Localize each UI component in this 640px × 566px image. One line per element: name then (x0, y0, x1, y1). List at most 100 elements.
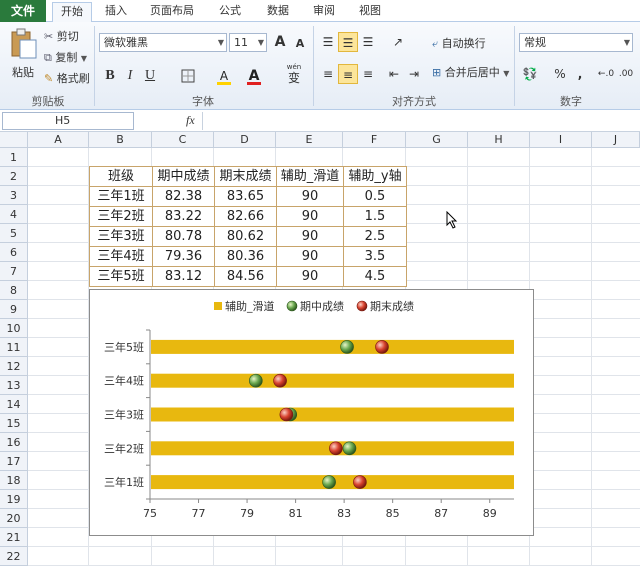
bold-button[interactable]: B (100, 66, 120, 86)
table-cell[interactable]: 3.5 (343, 246, 407, 267)
table-cell[interactable]: 三年3班 (89, 226, 153, 247)
select-all-corner[interactable] (0, 132, 28, 148)
copy-button[interactable]: ⧉ 复制 ▼ (44, 49, 87, 67)
accounting-format-button[interactable]: 💱 (520, 64, 540, 84)
table-cell[interactable]: 83.65 (214, 186, 277, 207)
phonetic-button[interactable]: wén 变 (282, 63, 306, 85)
row-header-15[interactable]: 15 (0, 414, 28, 433)
row-header-8[interactable]: 8 (0, 281, 28, 300)
row-header-3[interactable]: 3 (0, 186, 28, 205)
tab-page-layout[interactable]: 页面布局 (142, 2, 202, 22)
orientation-button[interactable]: ↗ (388, 32, 408, 52)
tab-home[interactable]: 开始 (52, 2, 92, 22)
row-header-19[interactable]: 19 (0, 490, 28, 509)
table-cell[interactable]: 80.62 (214, 226, 277, 247)
table-cell[interactable]: 90 (276, 266, 344, 287)
row-header-6[interactable]: 6 (0, 243, 28, 262)
row-header-20[interactable]: 20 (0, 509, 28, 528)
table-cell[interactable]: 三年2班 (89, 206, 153, 227)
wrap-text-button[interactable]: ⤶ 自动换行 (432, 35, 486, 53)
column-header-j[interactable]: J (592, 132, 640, 148)
formula-input[interactable] (202, 112, 638, 130)
column-header-h[interactable]: H (468, 132, 530, 148)
comma-button[interactable]: , (570, 64, 590, 84)
insert-function-button[interactable]: fx (186, 113, 195, 128)
tab-data[interactable]: 数据 (258, 2, 298, 22)
decrease-indent-button[interactable]: ⇤ (384, 64, 404, 84)
row-header-10[interactable]: 10 (0, 319, 28, 338)
table-cell[interactable]: 三年4班 (89, 246, 153, 267)
table-cell[interactable]: 90 (276, 246, 344, 267)
table-cell[interactable]: 84.56 (214, 266, 277, 287)
align-bottom-button[interactable]: ☰ (358, 32, 378, 52)
table-header-cell[interactable]: 辅助_y轴 (343, 166, 407, 187)
tab-file[interactable]: 文件 (0, 0, 46, 22)
table-cell[interactable]: 1.5 (343, 206, 407, 227)
tab-insert[interactable]: 插入 (96, 2, 136, 22)
row-header-18[interactable]: 18 (0, 471, 28, 490)
table-header-cell[interactable]: 辅助_滑道 (276, 166, 344, 187)
column-header-g[interactable]: G (406, 132, 468, 148)
table-cell[interactable]: 79.36 (152, 246, 215, 267)
tab-review[interactable]: 审阅 (304, 2, 344, 22)
underline-button[interactable]: U (140, 66, 160, 86)
row-header-17[interactable]: 17 (0, 452, 28, 471)
column-header-e[interactable]: E (276, 132, 343, 148)
italic-button[interactable]: I (120, 66, 140, 86)
font-color-button[interactable]: A (244, 66, 264, 86)
table-header-cell[interactable]: 期中成绩 (152, 166, 215, 187)
merge-center-button[interactable]: ⊞ 合并后居中 ▼ (432, 64, 509, 82)
fill-color-button[interactable]: A (214, 66, 234, 86)
format-painter-button[interactable]: ✎ 格式刷 (44, 70, 90, 88)
cut-button[interactable]: ✂ 剪切 (44, 28, 79, 46)
increase-decimal-button[interactable]: ←.0 (596, 64, 616, 84)
paste-button[interactable]: 粘贴 (6, 28, 40, 88)
row-header-5[interactable]: 5 (0, 224, 28, 243)
table-cell[interactable]: 83.22 (152, 206, 215, 227)
align-middle-button[interactable]: ☰ (338, 32, 358, 52)
row-header-11[interactable]: 11 (0, 338, 28, 357)
table-cell[interactable]: 4.5 (343, 266, 407, 287)
table-cell[interactable]: 2.5 (343, 226, 407, 247)
grow-font-button[interactable]: A (270, 32, 290, 52)
table-cell[interactable]: 82.38 (152, 186, 215, 207)
table-header-cell[interactable]: 班级 (89, 166, 153, 187)
borders-button[interactable] (178, 66, 198, 86)
chart-area[interactable]: 75 77 79 81 83 85 87 89 三年1班 三年2班 三年3班 三年4班 三年5班 辅助_滑… (89, 289, 534, 536)
row-header-22[interactable]: 22 (0, 547, 28, 566)
row-header-13[interactable]: 13 (0, 376, 28, 395)
font-size-select[interactable]: 11 ▼ (229, 33, 267, 52)
column-header-b[interactable]: B (89, 132, 152, 148)
decrease-decimal-button[interactable]: .00 (616, 64, 636, 84)
align-top-button[interactable]: ☰ (318, 32, 338, 52)
table-cell[interactable]: 三年5班 (89, 266, 153, 287)
shrink-font-button[interactable]: A (290, 34, 310, 54)
row-header-21[interactable]: 21 (0, 528, 28, 547)
row-header-7[interactable]: 7 (0, 262, 28, 281)
table-cell[interactable]: 90 (276, 206, 344, 227)
font-name-select[interactable]: 微软雅黑 ▼ (99, 33, 227, 52)
name-box[interactable]: H5 (2, 112, 134, 130)
table-cell[interactable]: 82.66 (214, 206, 277, 227)
table-cell[interactable]: 90 (276, 186, 344, 207)
tab-view[interactable]: 视图 (350, 2, 390, 22)
column-header-f[interactable]: F (343, 132, 406, 148)
row-header-16[interactable]: 16 (0, 433, 28, 452)
row-header-14[interactable]: 14 (0, 395, 28, 414)
tab-formulas[interactable]: 公式 (210, 2, 250, 22)
row-header-9[interactable]: 9 (0, 300, 28, 319)
increase-indent-button[interactable]: ⇥ (404, 64, 424, 84)
align-right-button[interactable]: ≡ (358, 64, 378, 84)
column-header-d[interactable]: D (214, 132, 276, 148)
column-header-c[interactable]: C (152, 132, 214, 148)
table-cell[interactable]: 0.5 (343, 186, 407, 207)
align-center-button[interactable]: ≡ (338, 64, 358, 84)
row-header-2[interactable]: 2 (0, 167, 28, 186)
number-format-select[interactable]: 常规 ▼ (519, 33, 633, 52)
table-cell[interactable]: 80.78 (152, 226, 215, 247)
table-cell[interactable]: 83.12 (152, 266, 215, 287)
percent-button[interactable]: % (550, 64, 570, 84)
row-header-12[interactable]: 12 (0, 357, 28, 376)
column-header-a[interactable]: A (28, 132, 89, 148)
row-header-4[interactable]: 4 (0, 205, 28, 224)
